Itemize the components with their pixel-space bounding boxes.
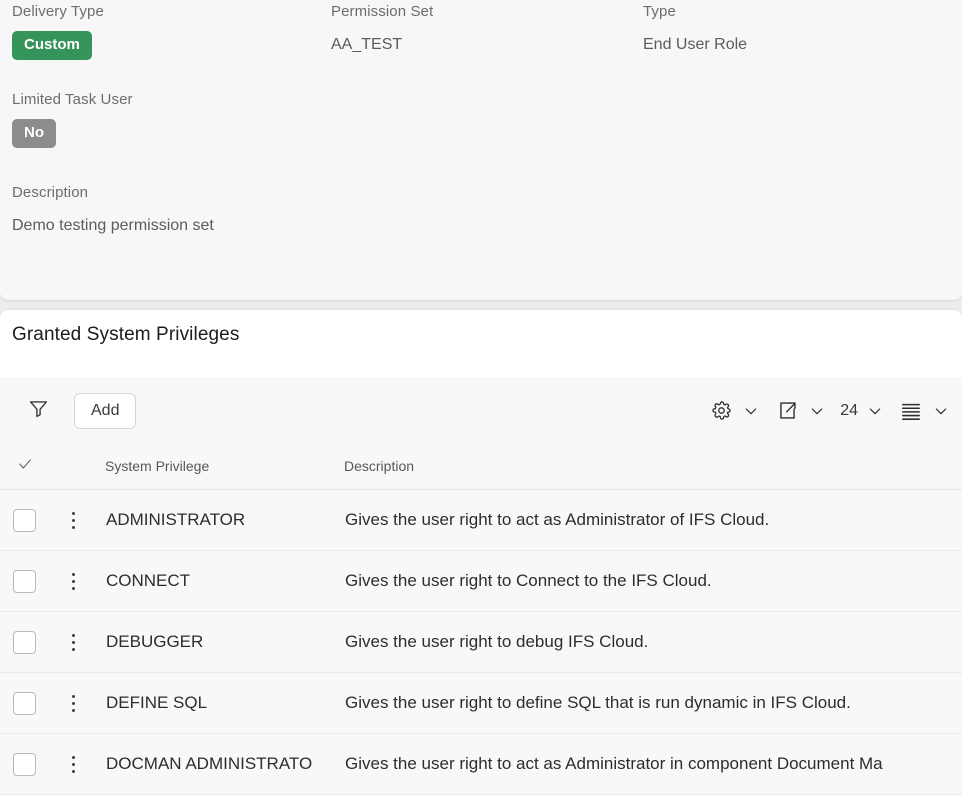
table-row[interactable]: ADMINISTRATOR Gives the user right to ac… [0, 490, 962, 551]
table-header-row: System Privilege Description [0, 444, 962, 490]
cell-system-privilege: DOCMAN ADMINISTRATO [106, 734, 312, 794]
delivery-type-badge: Custom [12, 31, 92, 60]
row-menu-cell [62, 551, 84, 611]
row-more-menu-icon[interactable] [62, 509, 84, 531]
permission-set-detail-card: Delivery Type Custom Permission Set AA_T… [0, 0, 962, 300]
list-toolbar: Add [0, 377, 962, 444]
cell-description: Gives the user right to act as Administr… [345, 490, 769, 550]
settings-control[interactable] [708, 398, 764, 424]
row-menu-cell [62, 734, 84, 794]
field-label-delivery-type: Delivery Type [12, 3, 104, 21]
select-all-checkmark-icon[interactable] [17, 456, 33, 476]
cell-description: Gives the user right to debug IFS Cloud. [345, 612, 648, 672]
row-density-chevron-down-icon[interactable] [928, 398, 954, 424]
row-checkbox[interactable] [13, 570, 36, 593]
toolbar-right-group: 24 [698, 377, 954, 444]
export-control[interactable] [774, 398, 830, 424]
field-label-limited-task-user: Limited Task User [12, 91, 133, 109]
page-title: Granted System Privileges [12, 322, 239, 348]
field-label-permission-set: Permission Set [331, 3, 433, 21]
field-label-description: Description [12, 184, 214, 202]
cell-system-privilege: DEFINE SQL [106, 673, 207, 733]
gear-icon [708, 398, 734, 424]
limited-task-user-badge: No [12, 119, 56, 148]
settings-chevron-down-icon[interactable] [738, 398, 764, 424]
row-menu-cell [62, 612, 84, 672]
privileges-table: System Privilege Description ADMINISTRAT… [0, 444, 962, 795]
field-label-type: Type [643, 3, 747, 21]
table-row[interactable]: CONNECT Gives the user right to Connect … [0, 551, 962, 612]
row-checkbox-cell [13, 734, 36, 794]
cell-description: Gives the user right to define SQL that … [345, 673, 851, 733]
filter-button[interactable] [16, 389, 60, 433]
table-row[interactable]: DOCMAN ADMINISTRATO Gives the user right… [0, 734, 962, 795]
cell-system-privilege: ADMINISTRATOR [106, 490, 245, 550]
page-size-value: 24 [840, 401, 858, 421]
row-checkbox[interactable] [13, 692, 36, 715]
row-checkbox-cell [13, 551, 36, 611]
field-permission-set: Permission Set AA_TEST [331, 3, 433, 55]
cell-description: Gives the user right to act as Administr… [345, 734, 883, 794]
row-lines-icon [898, 398, 924, 424]
column-header-description[interactable]: Description [344, 457, 414, 475]
row-more-menu-icon[interactable] [62, 570, 84, 592]
field-delivery-type: Delivery Type Custom [12, 3, 104, 60]
row-density-control[interactable] [898, 398, 954, 424]
table-row[interactable]: DEBUGGER Gives the user right to debug I… [0, 612, 962, 673]
page-size-control[interactable]: 24 [840, 398, 888, 424]
filter-funnel-icon [28, 398, 49, 424]
row-more-menu-icon[interactable] [62, 631, 84, 653]
toolbar-left-group: Add [0, 377, 136, 444]
row-checkbox[interactable] [13, 509, 36, 532]
row-more-menu-icon[interactable] [62, 753, 84, 775]
row-menu-cell [62, 490, 84, 550]
field-value-description: Demo testing permission set [12, 216, 214, 236]
page-size-chevron-down-icon[interactable] [862, 398, 888, 424]
column-header-system-privilege[interactable]: System Privilege [105, 457, 209, 475]
field-value-type: End User Role [643, 35, 747, 55]
field-type: Type End User Role [643, 3, 747, 55]
row-checkbox[interactable] [13, 631, 36, 654]
export-chevron-down-icon[interactable] [804, 398, 830, 424]
field-value-permission-set: AA_TEST [331, 35, 433, 55]
row-checkbox-cell [13, 490, 36, 550]
row-menu-cell [62, 673, 84, 733]
cell-system-privilege: CONNECT [106, 551, 190, 611]
row-checkbox[interactable] [13, 753, 36, 776]
add-button[interactable]: Add [74, 393, 136, 429]
field-limited-task-user: Limited Task User No [12, 91, 133, 148]
cell-system-privilege: DEBUGGER [106, 612, 203, 672]
row-checkbox-cell [13, 612, 36, 672]
row-checkbox-cell [13, 673, 36, 733]
row-more-menu-icon[interactable] [62, 692, 84, 714]
table-row[interactable]: DEFINE SQL Gives the user right to defin… [0, 673, 962, 734]
cell-description: Gives the user right to Connect to the I… [345, 551, 712, 611]
export-icon [774, 398, 800, 424]
granted-system-privileges-card: Granted System Privileges Add [0, 310, 962, 800]
field-description: Description Demo testing permission set [12, 184, 214, 236]
add-button-label: Add [91, 402, 119, 420]
